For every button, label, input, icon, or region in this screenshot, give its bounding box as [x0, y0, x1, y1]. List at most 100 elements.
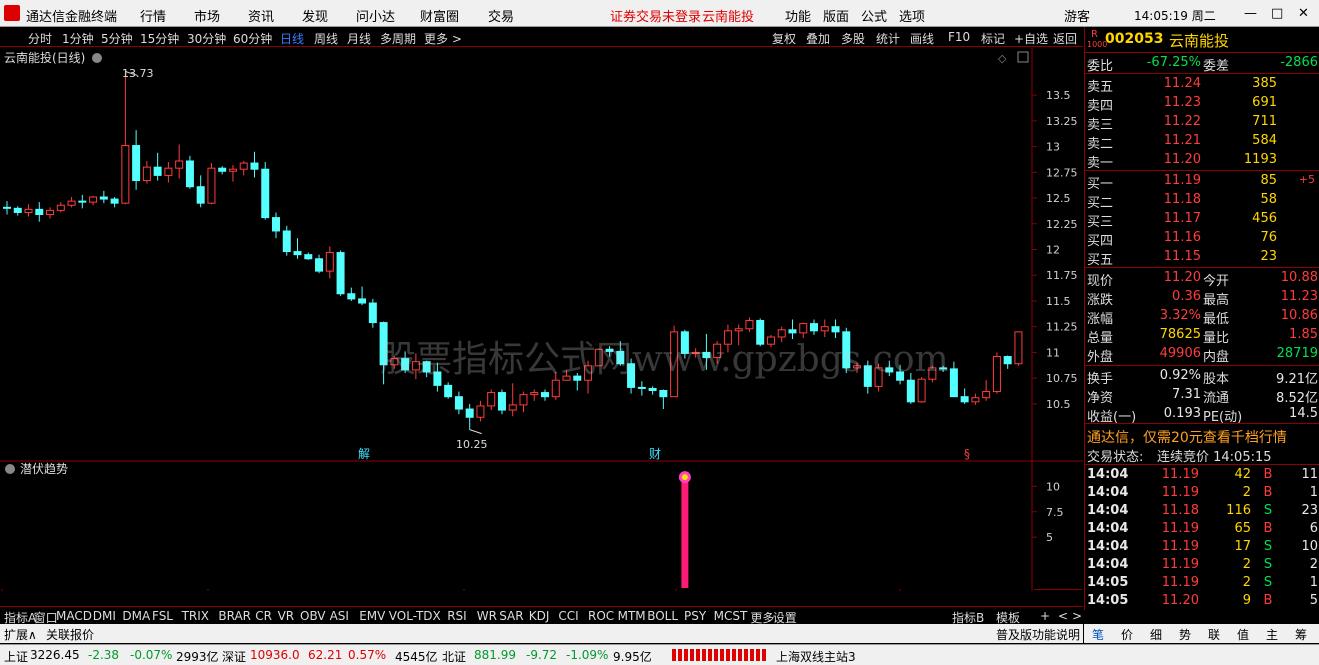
event-marker-jie[interactable]: 解 [358, 447, 370, 461]
indicator-tab[interactable]: TRIX [182, 609, 209, 623]
menu-item-quotes[interactable]: 行情 [140, 6, 166, 25]
menu-item-layout[interactable]: 版面 [823, 6, 849, 25]
indicator-tab[interactable]: EMV [359, 609, 385, 623]
toolbar-tongji[interactable]: 统计 [876, 30, 900, 47]
indicator-tab[interactable]: VR [278, 609, 295, 623]
toolbar-back[interactable]: 返回 [1053, 30, 1077, 47]
indicator-right-button[interactable]: < [1058, 609, 1068, 623]
kline-chart[interactable]: 云南能投(日线) ◇ 13.5 13.25 13 12.75 12.5 12.25 12 11… [0, 48, 1083, 591]
indicator-tab[interactable]: DMA [122, 609, 150, 623]
menu-item-trade[interactable]: 交易 [488, 6, 514, 25]
bid-row: 买三 11.17 456 [1085, 210, 1319, 230]
watermark: 股票指标公式网www.gpzbgs.com [380, 339, 949, 380]
chart-dropdown-icon[interactable] [92, 53, 102, 63]
right-tab[interactable]: 联 [1208, 626, 1220, 643]
period-15min[interactable]: 15分钟 [140, 30, 179, 47]
indicator-tab[interactable]: DMI [93, 609, 116, 623]
toolbar-diejia[interactable]: 叠加 [806, 30, 830, 47]
indicator-tab[interactable]: RSI [447, 609, 467, 623]
server-name[interactable]: 上海双线主站3 [776, 648, 856, 665]
period-monthly[interactable]: 月线 [347, 30, 371, 47]
toolbar-biaoji[interactable]: 标记 [981, 30, 1005, 47]
indicator-tab[interactable]: PSY [684, 609, 706, 623]
event-marker-cai[interactable]: 财 [649, 447, 661, 461]
close-icon[interactable]: ✕ [1298, 6, 1309, 21]
indicator-tab[interactable]: MACD [56, 609, 92, 623]
indicator-right-button[interactable]: > [1072, 609, 1082, 623]
toolbar-fuquan[interactable]: 复权 [772, 30, 796, 47]
right-tab[interactable]: 值 [1237, 626, 1249, 643]
period-fenshi[interactable]: 分时 [28, 30, 52, 47]
maximize-icon[interactable]: □ [1271, 6, 1283, 21]
menu-item-function[interactable]: 功能 [785, 6, 811, 25]
promo-text[interactable]: 通达信，仅需20元查看千档行情 [1087, 427, 1287, 447]
period-daily[interactable]: 日线 [280, 30, 304, 47]
user-guest[interactable]: 游客 [1064, 6, 1090, 25]
menu-item-formula[interactable]: 公式 [861, 6, 887, 25]
right-tab[interactable]: 主 [1266, 626, 1278, 643]
indicator-dropdown-icon[interactable] [5, 464, 15, 474]
toolbar-duogu[interactable]: 多股 [841, 30, 865, 47]
bid-price[interactable]: 11.15 [1145, 249, 1201, 264]
toolbar-f10[interactable]: F10 [948, 30, 970, 44]
ask-price[interactable]: 11.21 [1145, 133, 1201, 148]
period-weekly[interactable]: 周线 [314, 30, 338, 47]
indicator-tab[interactable]: WR [477, 609, 497, 623]
menu-item-discover[interactable]: 发现 [302, 6, 328, 25]
indicator-tab[interactable]: BOLL [647, 609, 678, 623]
indicator-tab[interactable]: CR [255, 609, 272, 623]
bid-price[interactable]: 11.19 [1145, 173, 1201, 188]
period-30min[interactable]: 30分钟 [187, 30, 226, 47]
menu-item-wealth[interactable]: 财富圈 [420, 6, 459, 25]
period-more[interactable]: 更多 > [424, 30, 462, 47]
indicator-tab[interactable]: VOL-TDX [389, 609, 441, 623]
indicator-tab[interactable]: OBV [300, 609, 326, 623]
right-tab[interactable]: 筹 [1295, 626, 1307, 643]
menu-item-market[interactable]: 市场 [194, 6, 220, 25]
stat-value-2: 28719 [1276, 346, 1318, 361]
indicator-tab[interactable]: KDJ [529, 609, 550, 623]
indicator-tab[interactable]: BRAR [218, 609, 251, 623]
period-5min[interactable]: 5分钟 [101, 30, 133, 47]
tick-count: 1 [1309, 575, 1318, 590]
period-multi[interactable]: 多周期 [380, 30, 416, 47]
indicator-title: 潜伏趋势 [20, 462, 68, 476]
menu-item-ask[interactable]: 问小达 [356, 6, 395, 25]
ask-price[interactable]: 11.20 [1145, 152, 1201, 167]
indicator-tab[interactable]: ROC [588, 609, 614, 623]
bid-price[interactable]: 11.17 [1145, 211, 1201, 226]
indicator-right-button[interactable]: + [1040, 609, 1050, 623]
indicator-tab[interactable]: SAR [499, 609, 523, 623]
promo-row[interactable]: 通达信，仅需20元查看千档行情 [1085, 426, 1319, 446]
ask-price[interactable]: 11.23 [1145, 95, 1201, 110]
trade-login-warning[interactable]: 证券交易未登录 [610, 6, 701, 25]
bid-price[interactable]: 11.16 [1145, 230, 1201, 245]
stat-label-2: 今开 [1203, 274, 1230, 289]
indicator-tab[interactable]: ASI [330, 609, 349, 623]
ext-expand[interactable]: 扩展∧ [4, 626, 37, 643]
ask-price[interactable]: 11.22 [1145, 114, 1201, 129]
right-tab[interactable]: 细 [1150, 626, 1162, 643]
menu-item-options[interactable]: 选项 [899, 6, 925, 25]
event-marker-div[interactable]: § [964, 447, 970, 461]
toolbar-zixuan[interactable]: +自选 [1014, 30, 1048, 47]
indicator-tab[interactable]: MCST [714, 609, 748, 623]
indicator-tab[interactable]: MTM [618, 609, 646, 623]
stock-name: 云南能投 [1169, 32, 1230, 50]
right-tab[interactable]: 价 [1121, 626, 1133, 643]
bid-price[interactable]: 11.18 [1145, 192, 1201, 207]
toolbar-huaxian[interactable]: 画线 [910, 30, 934, 47]
ext-related-quotes[interactable]: 关联报价 [46, 626, 94, 643]
ext-help[interactable]: 普及版功能说明 [996, 626, 1080, 643]
right-tab[interactable]: 笔 [1092, 626, 1104, 643]
period-1min[interactable]: 1分钟 [62, 30, 94, 47]
ask-price[interactable]: 11.24 [1145, 76, 1201, 91]
menu-item-news[interactable]: 资讯 [248, 6, 274, 25]
minimize-icon[interactable]: — [1244, 6, 1257, 21]
period-60min[interactable]: 60分钟 [233, 30, 272, 47]
chart-diamond-icon[interactable]: ◇ [998, 52, 1007, 65]
tick-time: 14:04 [1087, 539, 1129, 554]
indicator-tab[interactable]: CCI [558, 609, 578, 623]
right-tab[interactable]: 势 [1179, 626, 1191, 643]
indicator-tab[interactable]: FSL [152, 609, 173, 623]
